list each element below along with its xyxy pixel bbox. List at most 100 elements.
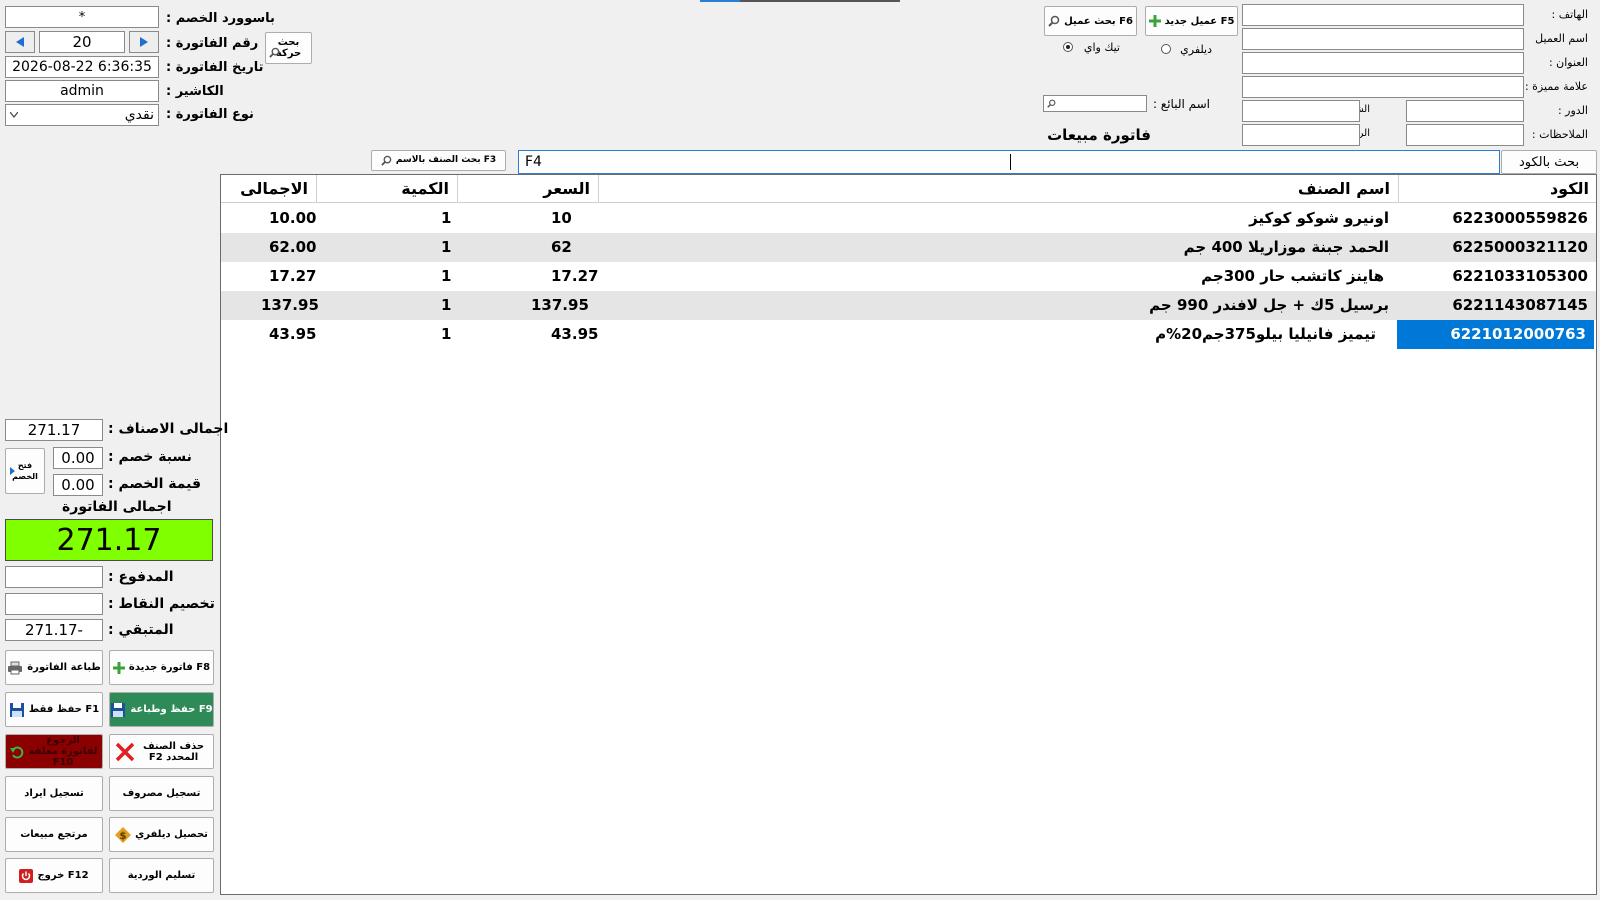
- invoice-number-input[interactable]: 20: [39, 31, 125, 53]
- invoice-date-input[interactable]: 2026-08-22 6:36:35: [5, 56, 159, 78]
- cell-name: برسيل 5ك + جل لافندر 990 جم: [1149, 296, 1389, 314]
- magnifier-icon: [1048, 15, 1060, 27]
- remaining-input: 271.17-: [5, 619, 103, 641]
- plus-icon: [112, 661, 125, 674]
- cell-code: 6221012000763: [1397, 320, 1594, 349]
- invoice-date-label: تاريخ الفاتورة :: [166, 60, 264, 75]
- new-invoice-button[interactable]: F8 فاتورة جديدة: [109, 650, 214, 685]
- phone-input[interactable]: [1242, 4, 1524, 26]
- record-income-button[interactable]: تسجيل ايراد: [5, 776, 103, 811]
- floppy-disk-icon: [111, 702, 126, 717]
- discount-percent-label: نسبة خصم :: [108, 449, 192, 465]
- column-header-price[interactable]: السعر: [458, 175, 599, 203]
- items-total-label: اجمالى الاصناف :: [108, 421, 229, 437]
- cell-total: 62.00: [269, 238, 317, 256]
- table-row[interactable]: 6225000321120 الحمد جبنة موزاريلا 400 جم…: [221, 233, 1596, 262]
- invoice-title: فاتورة مبيعات: [1047, 126, 1151, 144]
- cell-name: اونيرو شوكو كوكيز: [1249, 209, 1389, 227]
- table-row[interactable]: 6221033105300 هاينز كاتشب حار 300جم 17.2…: [221, 262, 1596, 291]
- coin-icon: $: [115, 826, 132, 843]
- cell-price: 62: [551, 238, 572, 256]
- takeaway-radio[interactable]: [1063, 42, 1073, 52]
- delivery-radio-label: ديلفري: [1180, 43, 1212, 56]
- discount-value-input[interactable]: 0.00: [53, 474, 103, 496]
- cashier-input[interactable]: admin: [5, 80, 159, 102]
- column-header-total[interactable]: الاجمالى: [221, 175, 317, 203]
- notes-input[interactable]: [1406, 124, 1524, 146]
- delivery-radio[interactable]: [1161, 44, 1171, 54]
- save-only-button[interactable]: F1 حفظ فقط: [5, 692, 103, 727]
- column-header-code[interactable]: الكود: [1399, 175, 1596, 203]
- discount-percent-input[interactable]: 0.00: [53, 447, 103, 469]
- cell-qty: 1: [441, 238, 452, 256]
- invoice-total-label: اجمالى الفاتورة: [62, 499, 172, 515]
- landmark-input[interactable]: [1242, 76, 1524, 98]
- cell-total: 10.00: [269, 209, 317, 227]
- customer-name-label: اسم العميل: [1535, 32, 1588, 45]
- apartment-input[interactable]: [1242, 100, 1360, 122]
- hand-over-shift-button[interactable]: تسليم الوردية: [109, 858, 214, 893]
- search-customer-label: F6 بحث عميل: [1064, 15, 1133, 27]
- invoice-total-display: 271.17: [5, 519, 213, 561]
- save-and-print-button[interactable]: F9 حفظ وطباعة: [109, 692, 214, 727]
- delete-selected-item-button[interactable]: حذف الصنف المحدد F2: [109, 734, 214, 769]
- points-input[interactable]: [5, 593, 103, 615]
- search-item-by-name-button[interactable]: F3 بحث الصنف بالاسم: [371, 150, 506, 171]
- cell-qty: 1: [441, 267, 452, 285]
- invoice-type-select[interactable]: نقدي: [5, 104, 159, 126]
- discount-password-input[interactable]: *: [5, 6, 159, 28]
- return-suspended-invoice-label: الرجوع لفاتورة معلقة F10: [28, 735, 98, 768]
- search-movement-button[interactable]: بحث حركة: [265, 32, 312, 64]
- text-caret: [1010, 154, 1011, 170]
- balance-input[interactable]: [1242, 124, 1360, 146]
- paid-label: المدفوع :: [108, 569, 174, 585]
- table-row-selected[interactable]: 6221012000763 تيميز فانيليا بيلو375جم20%…: [221, 320, 1596, 349]
- arrow-right-icon: [10, 467, 15, 475]
- cell-code: 6225000321120: [1452, 238, 1588, 256]
- cell-total: 17.27: [269, 267, 317, 285]
- phone-label: الهاتف :: [1551, 8, 1588, 21]
- top-progress-line: [700, 0, 900, 2]
- paid-input[interactable]: [5, 566, 103, 588]
- points-label: تخصيم النقاط :: [108, 596, 215, 612]
- new-customer-button[interactable]: F5 عميل جديد: [1145, 6, 1238, 36]
- cell-price: 43.95: [551, 325, 599, 343]
- open-discount-label: فتح الخصم: [12, 461, 38, 481]
- cell-name: هاينز كاتشب حار 300جم: [1201, 267, 1384, 285]
- cell-price: 17.27: [551, 267, 599, 285]
- printer-icon: [8, 661, 23, 674]
- return-suspended-invoice-button[interactable]: الرجوع لفاتورة معلقة F10: [5, 734, 103, 769]
- table-row[interactable]: 6221143087145 برسيل 5ك + جل لافندر 990 ج…: [221, 291, 1596, 320]
- cell-qty: 1: [441, 325, 452, 343]
- items-grid: الكود اسم الصنف السعر الكمية الاجمالى 62…: [220, 174, 1597, 895]
- print-invoice-button[interactable]: طباعة الفاتورة: [5, 650, 103, 685]
- print-invoice-label: طباعة الفاتورة: [27, 662, 101, 673]
- open-discount-button[interactable]: فتح الخصم: [5, 448, 45, 494]
- floor-input[interactable]: [1406, 100, 1524, 122]
- cell-code: 6223000559826: [1452, 209, 1588, 227]
- search-by-code-button[interactable]: بحث بالكود: [1501, 150, 1597, 174]
- cell-price: 10: [551, 209, 572, 227]
- save-only-label: F1 حفظ فقط: [28, 704, 100, 715]
- collect-delivery-button[interactable]: تحصيل ديلفري $: [109, 817, 214, 852]
- save-and-print-label: F9 حفظ وطباعة: [130, 704, 213, 715]
- column-header-qty[interactable]: الكمية: [317, 175, 458, 203]
- sales-return-button[interactable]: مرتجع مبيعات: [5, 817, 103, 852]
- invoice-type-label: نوع الفاتورة :: [166, 107, 254, 122]
- close-icon: [115, 742, 134, 761]
- table-row[interactable]: 6223000559826 اونيرو شوكو كوكيز 10 1 10.…: [221, 204, 1596, 233]
- invoice-type-value: نقدي: [124, 107, 154, 123]
- customer-name-input[interactable]: [1242, 28, 1524, 50]
- search-item-by-name-label: F3 بحث الصنف بالاسم: [395, 155, 497, 165]
- code-search-input[interactable]: F4: [518, 150, 1500, 174]
- cell-qty: 1: [441, 296, 452, 314]
- column-header-name[interactable]: اسم الصنف: [599, 175, 1399, 203]
- next-invoice-button[interactable]: [129, 31, 159, 53]
- record-expense-button[interactable]: تسجيل مصروف: [109, 776, 214, 811]
- seller-input[interactable]: [1043, 95, 1147, 112]
- address-input[interactable]: [1242, 52, 1524, 74]
- previous-invoice-button[interactable]: [5, 31, 35, 53]
- exit-button[interactable]: F12 خروج: [5, 858, 103, 893]
- landmark-label: علامة مميزة :: [1524, 80, 1588, 93]
- search-customer-button[interactable]: F6 بحث عميل: [1044, 6, 1137, 36]
